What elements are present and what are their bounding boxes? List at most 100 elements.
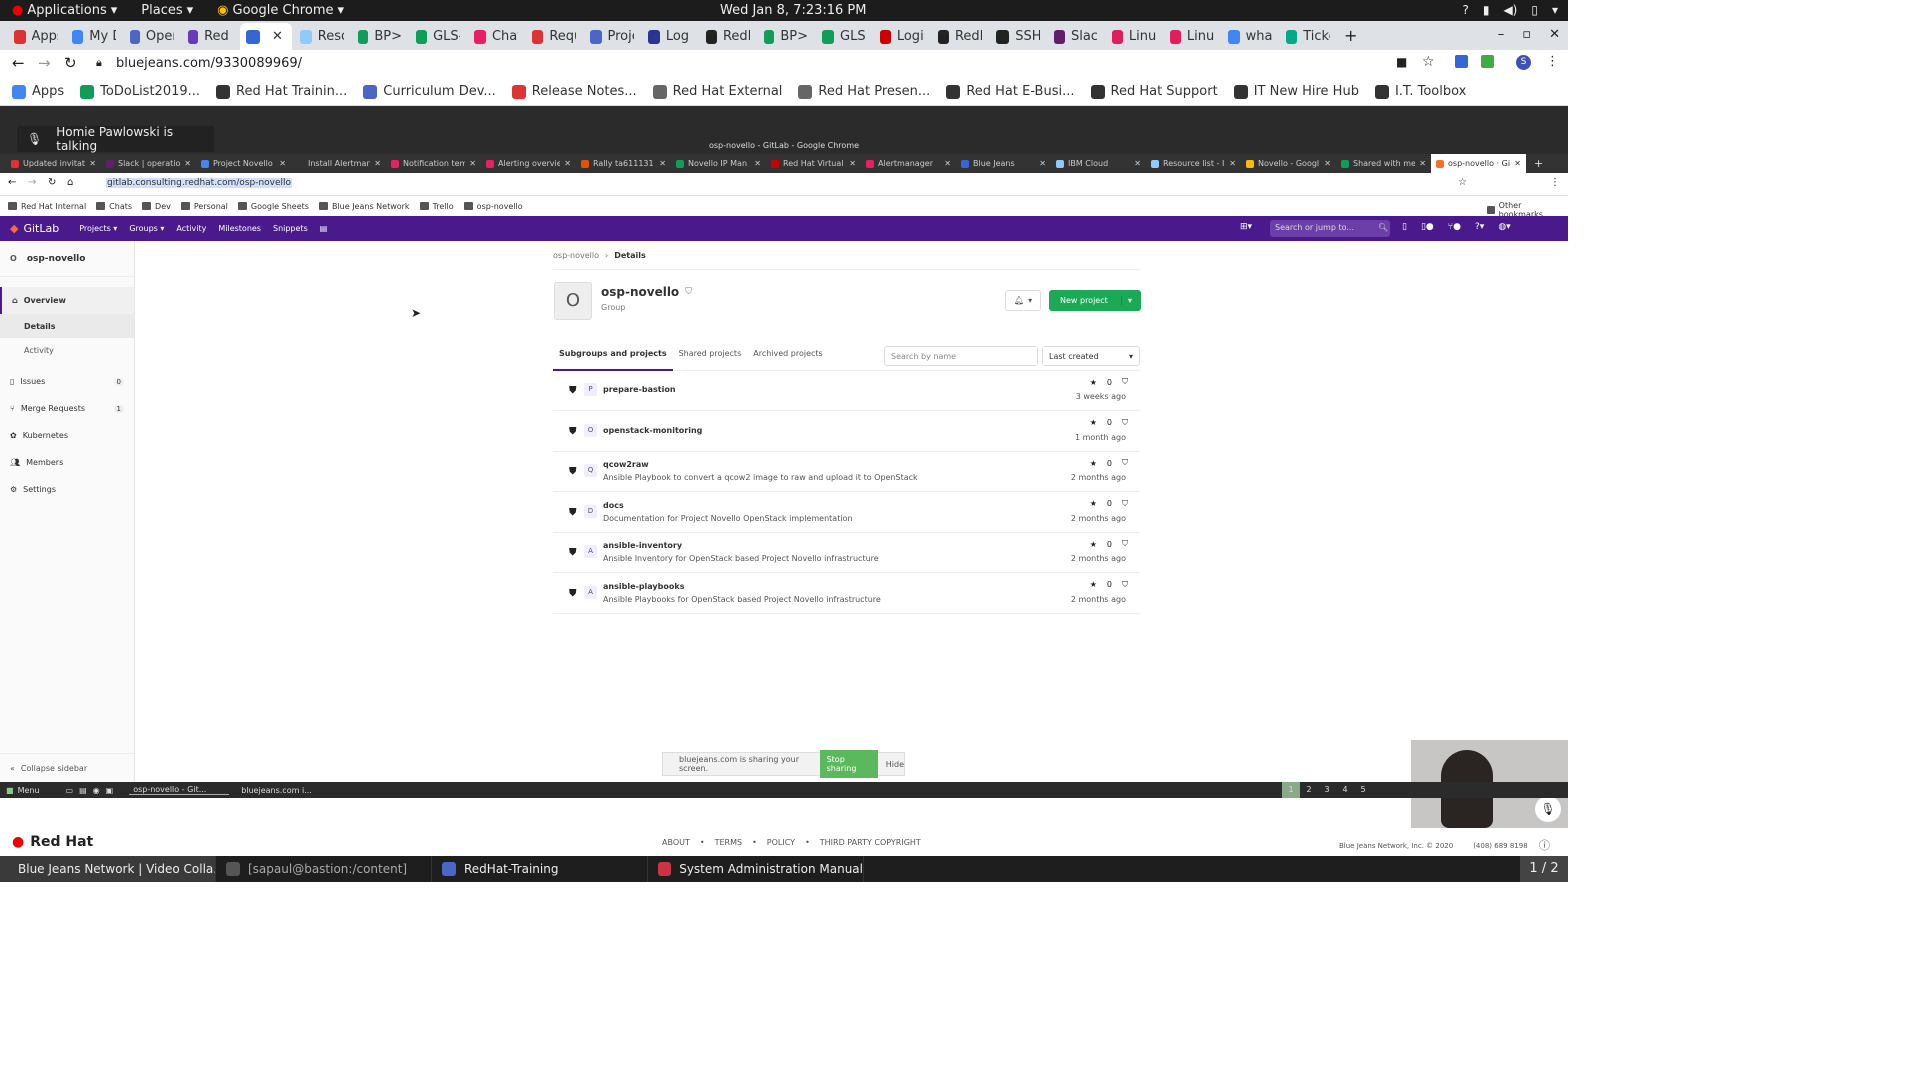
tab-shared-projects[interactable]: Shared projects: [673, 341, 748, 371]
back-icon[interactable]: ←: [8, 177, 16, 188]
sidebar-item-settings[interactable]: ⚙ Settings: [0, 476, 134, 503]
system-tray[interactable]: ? ▮ ◀) ▯ ▾: [1462, 3, 1558, 17]
close-icon[interactable]: ✕: [1549, 27, 1560, 42]
bookmark-item[interactable]: osp-novello: [463, 202, 523, 211]
outer-tab[interactable]: Red H: [182, 23, 238, 50]
bookmark-item[interactable]: Red Hat Support: [1090, 84, 1218, 99]
close-icon[interactable]: ✕: [279, 159, 286, 168]
minimize-icon[interactable]: –: [1498, 27, 1505, 42]
close-icon[interactable]: ✕: [659, 159, 666, 168]
sidebar-item-kubernetes[interactable]: ✿ Kubernetes: [0, 422, 134, 449]
bookmark-item[interactable]: Release Notes...: [511, 84, 637, 99]
taskbar-item[interactable]: osp-novello - Git...: [129, 785, 230, 795]
tab-subgroups-and-projects[interactable]: Subgroups and projects: [553, 341, 673, 371]
bookmark-item[interactable]: Dev: [142, 202, 171, 211]
chart-icon[interactable]: ▤: [320, 224, 328, 233]
sidebar-item-overview[interactable]: ⌂ Overview: [0, 287, 134, 314]
bookmark-item[interactable]: Curriculum Dev...: [363, 84, 496, 99]
forward-icon[interactable]: →: [38, 54, 51, 72]
outer-tab[interactable]: GLS-I: [410, 23, 466, 50]
sort-dropdown[interactable]: Last created ▾: [1042, 346, 1140, 366]
forward-icon[interactable]: →: [28, 177, 36, 188]
close-icon[interactable]: ✕: [1229, 159, 1236, 168]
reload-icon[interactable]: ↻: [64, 54, 77, 72]
close-icon[interactable]: ✕: [89, 159, 96, 168]
outer-tab[interactable]: Proje: [584, 23, 640, 50]
close-icon[interactable]: ✕: [469, 159, 476, 168]
inner-tab[interactable]: Resource list - I ✕: [1146, 154, 1241, 173]
outer-tab[interactable]: Linux: [1106, 23, 1162, 50]
workspace-2[interactable]: 2: [1300, 782, 1318, 798]
inner-tab[interactable]: Alertmanager ✕: [861, 154, 956, 173]
new-tab-button[interactable]: +: [1344, 26, 1357, 45]
project-name[interactable]: docs: [603, 501, 624, 510]
outer-tab[interactable]: Chat: [468, 23, 524, 50]
inner-tab[interactable]: Project Novello ✕: [196, 154, 291, 173]
bookmark-item[interactable]: Red Hat Internal: [8, 202, 86, 211]
places-menu[interactable]: Places ▾: [129, 3, 205, 18]
maximize-icon[interactable]: ▫: [1522, 27, 1531, 42]
user-avatar[interactable]: ◍▾: [1498, 222, 1510, 232]
outer-tab[interactable]: GLS-: [816, 23, 872, 50]
outer-tab[interactable]: Ticke: [1280, 23, 1336, 50]
sidebar-icon[interactable]: ▯: [1402, 222, 1407, 232]
close-icon[interactable]: ✕: [1324, 159, 1331, 168]
footer-link-policy[interactable]: POLICY: [767, 838, 795, 847]
help-icon[interactable]: ?▾: [1475, 222, 1484, 232]
project-name[interactable]: ansible-inventory: [603, 541, 682, 550]
close-icon[interactable]: ✕: [754, 159, 761, 168]
outer-tab[interactable]: Log i: [642, 23, 698, 50]
volume-icon[interactable]: ◀): [1503, 3, 1517, 17]
menu-button[interactable]: ■ Menu: [0, 786, 40, 795]
outer-tab[interactable]: Apps: [8, 23, 64, 50]
taskbar-item[interactable]: bluejeans.com i...: [237, 786, 337, 795]
help-icon[interactable]: ?: [1462, 3, 1468, 17]
microphone-icon[interactable]: 🎙︎: [1535, 796, 1561, 822]
outer-tab[interactable]: RedH: [932, 23, 988, 50]
outer-tab[interactable]: BP>H: [758, 23, 814, 50]
project-name[interactable]: ansible-playbooks: [603, 582, 684, 591]
close-icon[interactable]: ✕: [564, 159, 571, 168]
bookmark-item[interactable]: Red Hat Trainin...: [216, 84, 347, 99]
nav-milestones[interactable]: Milestones: [218, 224, 261, 233]
workspace-5[interactable]: 5: [1354, 782, 1372, 798]
taskbar-item[interactable]: System Administration Manual: [648, 856, 864, 882]
new-project-button[interactable]: New project ▾: [1049, 290, 1141, 311]
camera-icon[interactable]: ■: [1396, 55, 1407, 69]
stop-sharing-button[interactable]: Stop sharing: [819, 750, 878, 778]
launcher-icons[interactable]: ▭▤◉▣: [66, 786, 120, 795]
chevron-down-icon[interactable]: ▾: [1121, 296, 1132, 305]
project-name[interactable]: qcow2raw: [603, 460, 649, 469]
bookmark-item[interactable]: IT New Hire Hub: [1233, 84, 1359, 99]
star-icon[interactable]: ☆: [1422, 54, 1435, 70]
close-icon[interactable]: ✕: [1134, 159, 1141, 168]
bookmark-item[interactable]: Red Hat External: [652, 84, 782, 99]
home-icon[interactable]: ⌂: [67, 177, 73, 188]
workspace-4[interactable]: 4: [1336, 782, 1354, 798]
avatar[interactable]: S: [1516, 55, 1531, 70]
bookmark-item[interactable]: ToDoList2019...: [80, 84, 200, 99]
sidebar-item-issues[interactable]: ▯ Issues 0: [0, 368, 134, 395]
browser-menu[interactable]: ◉ Google Chrome ▾: [205, 3, 356, 18]
outer-tab[interactable]: RedH: [700, 23, 756, 50]
inner-tab[interactable]: Red Hat Virtual ✕: [766, 154, 861, 173]
outer-tab[interactable]: SSH: [990, 23, 1046, 50]
tab-archived-projects[interactable]: Archived projects: [747, 341, 829, 371]
reload-icon[interactable]: ↻: [48, 177, 56, 188]
issues-icon[interactable]: ▯●: [1421, 222, 1434, 232]
notification-dropdown[interactable]: 🔔︎ ▾: [1005, 290, 1041, 311]
project-row[interactable]: ⛊ Oopenstack-monitoring ★ 0 ⛉ 1 month ago: [553, 412, 1140, 452]
search-by-name-input[interactable]: Search by name: [884, 346, 1038, 366]
taskbar-item[interactable]: [sapaul@bastion:/content]: [216, 856, 432, 882]
inner-tab[interactable]: Shared with me ✕: [1336, 154, 1431, 173]
taskbar-item[interactable]: Blue Jeans Network | Video Colla...: [0, 856, 216, 882]
gitlab-logo[interactable]: ◆ GitLab: [0, 222, 59, 235]
outer-url[interactable]: bluejeans.com/9330089969/: [116, 56, 302, 71]
inner-tab[interactable]: Install Alertman ✕: [291, 154, 386, 173]
project-row[interactable]: ⛊ Pprepare-bastion ★ 0 ⛉ 3 weeks ago: [553, 371, 1140, 411]
project-row[interactable]: ⛊ Aansible-inventory Ansible Inventory for…: [553, 533, 1140, 573]
project-row[interactable]: ⛊ Ddocs Documentation for Project Novello …: [553, 493, 1140, 533]
close-icon[interactable]: ✕: [944, 159, 951, 168]
footer-link-about[interactable]: ABOUT: [662, 838, 690, 847]
menu-icon[interactable]: ⋮: [1550, 177, 1560, 188]
